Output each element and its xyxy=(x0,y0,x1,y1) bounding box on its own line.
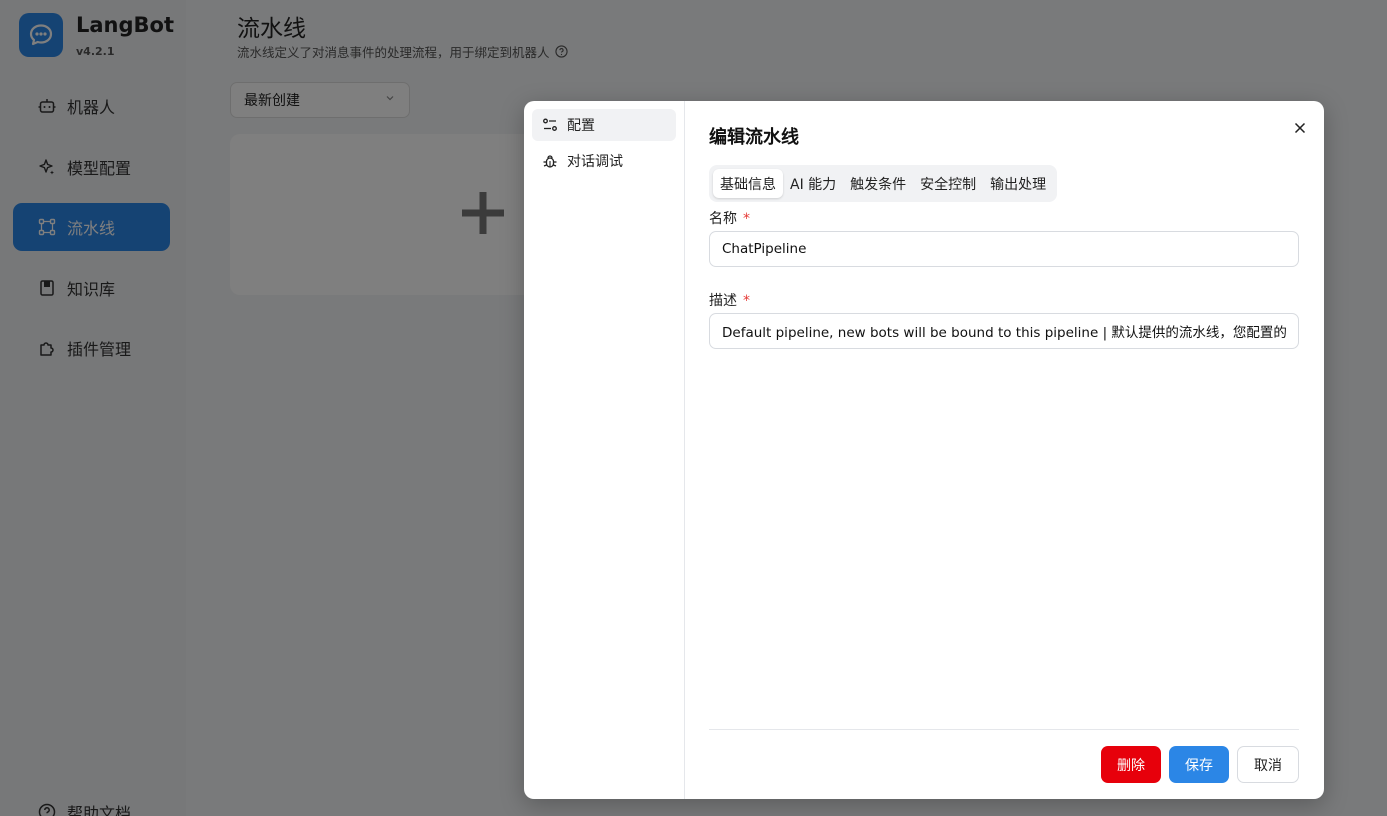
cancel-button[interactable]: 取消 xyxy=(1237,746,1299,783)
delete-button[interactable]: 删除 xyxy=(1101,746,1161,783)
required-mark: * xyxy=(743,293,750,309)
close-button[interactable] xyxy=(1291,119,1309,137)
tab-basic-info[interactable]: 基础信息 xyxy=(713,169,783,198)
dialog-nav-label: 对话调试 xyxy=(567,154,623,170)
edit-pipeline-dialog: 配置 对话调试 编辑流水线 基础信息 AI 能力 触发条件 安全控制 输出处理 … xyxy=(524,101,1324,799)
config-tabs: 基础信息 AI 能力 触发条件 安全控制 输出处理 xyxy=(709,165,1058,202)
dialog-nav-label: 配置 xyxy=(567,118,595,134)
description-label-text: 描述 xyxy=(709,293,737,309)
tab-output-processing[interactable]: 输出处理 xyxy=(983,169,1053,198)
tab-trigger-conditions[interactable]: 触发条件 xyxy=(843,169,913,198)
tab-ai-capability[interactable]: AI 能力 xyxy=(783,169,843,198)
dialog-sidebar: 配置 对话调试 xyxy=(524,101,685,799)
name-label-text: 名称 xyxy=(709,211,737,227)
name-field-label: 名称 * xyxy=(709,208,750,228)
close-icon xyxy=(1294,122,1306,134)
dialog-main: 编辑流水线 基础信息 AI 能力 触发条件 安全控制 输出处理 名称* 描述* … xyxy=(709,101,1306,799)
description-input[interactable] xyxy=(709,313,1299,349)
dialog-nav-debug[interactable]: 对话调试 xyxy=(532,145,676,177)
save-button[interactable]: 保存 xyxy=(1169,746,1229,783)
settings-icon xyxy=(542,117,558,133)
bug-icon xyxy=(542,153,558,169)
name-input[interactable] xyxy=(709,231,1299,267)
required-mark: * xyxy=(743,211,750,227)
description-field-label: 描述 * xyxy=(709,290,750,310)
tab-safety-control[interactable]: 安全控制 xyxy=(913,169,983,198)
footer-divider xyxy=(709,729,1299,730)
dialog-title: 编辑流水线 xyxy=(709,127,799,148)
dialog-nav-config[interactable]: 配置 xyxy=(532,109,676,141)
